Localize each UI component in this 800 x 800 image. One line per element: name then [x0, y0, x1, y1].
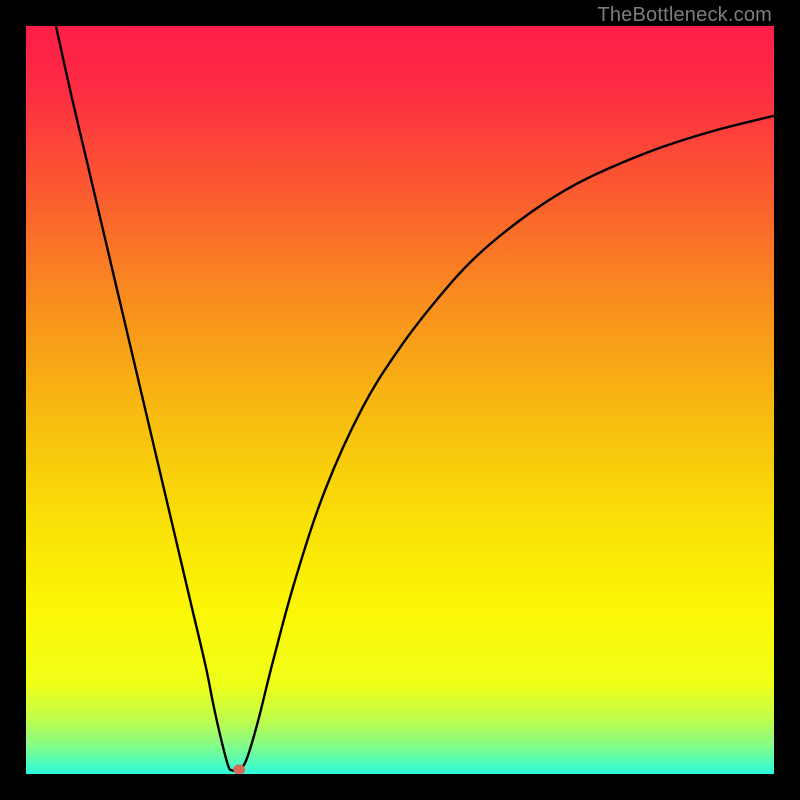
- chart-frame: [26, 26, 774, 774]
- watermark-text: TheBottleneck.com: [597, 4, 772, 27]
- chart-background: [26, 26, 774, 774]
- bottleneck-chart: [26, 26, 774, 774]
